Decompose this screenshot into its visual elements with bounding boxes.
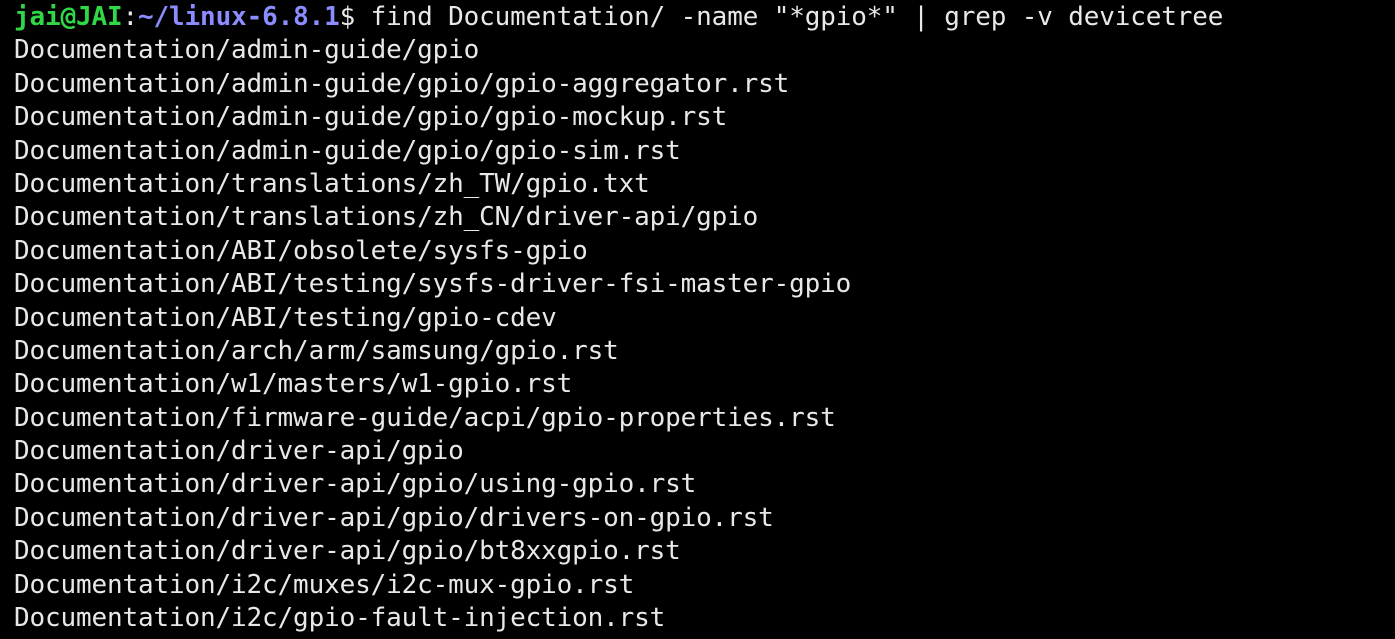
output-line: Documentation/i2c/muxes/i2c-mux-gpio.rst: [14, 569, 635, 600]
output-line: Documentation/translations/zh_TW/gpio.tx…: [14, 168, 650, 199]
output-line: Documentation/admin-guide/gpio/gpio-mock…: [14, 102, 728, 133]
output-line: Documentation/arch/arm/samsung/gpio.rst: [14, 335, 619, 366]
output-line: Documentation/driver-api/gpio/using-gpio…: [14, 469, 697, 500]
output-line: Documentation/ABI/testing/sysfs-driver-f…: [14, 269, 852, 300]
prompt-line: jai@JAI:~/linux-6.8.1$ find Documentatio…: [14, 1, 1395, 34]
terminal-output: jai@JAI:~/linux-6.8.1$ find Documentatio…: [14, 1, 1395, 635]
prompt-separator: :: [122, 2, 139, 32]
command-text: find Documentation/ -name "*gpio*" | gre…: [355, 2, 1224, 32]
output-line: Documentation/translations/zh_CN/driver-…: [14, 202, 759, 233]
output-line: Documentation/ABI/testing/gpio-cdev: [14, 302, 557, 333]
prompt-symbol: $: [339, 2, 356, 32]
output-line: Documentation/w1/masters/w1-gpio.rst: [14, 369, 573, 400]
output-line: Documentation/firmware-guide/acpi/gpio-p…: [14, 402, 836, 433]
output-line: Documentation/admin-guide/gpio: [14, 35, 480, 66]
output-line: Documentation/driver-api/gpio: [14, 436, 464, 467]
output-line: Documentation/ABI/obsolete/sysfs-gpio: [14, 235, 588, 266]
prompt-user-host: jai@JAI: [14, 2, 123, 32]
output-line: Documentation/driver-api/gpio/bt8xxgpio.…: [14, 536, 681, 567]
prompt-cwd: ~/linux-6.8.1: [138, 2, 340, 32]
output-line: Documentation/admin-guide/gpio/gpio-sim.…: [14, 135, 681, 166]
output-line: Documentation/i2c/gpio-fault-injection.r…: [14, 603, 666, 634]
output-line: Documentation/admin-guide/gpio/gpio-aggr…: [14, 68, 790, 99]
output-line: Documentation/driver-api/gpio/drivers-on…: [14, 502, 774, 533]
terminal-window[interactable]: jai@JAI:~/linux-6.8.1$ find Documentatio…: [0, 0, 1395, 639]
